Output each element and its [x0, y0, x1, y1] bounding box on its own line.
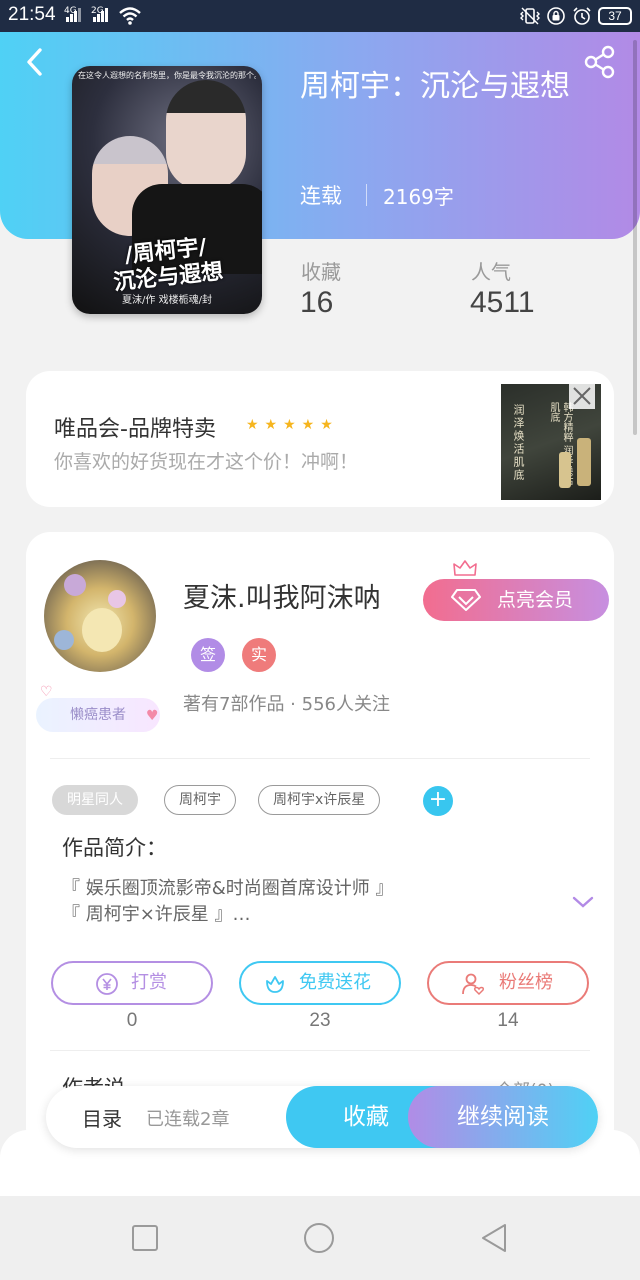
signed-author-tag: 签 — [191, 638, 225, 672]
share-button[interactable] — [582, 44, 618, 80]
status-bar: 21:54 4G 2G 37 — [0, 0, 640, 32]
divider — [50, 758, 590, 759]
diamond-icon — [451, 589, 481, 611]
fan-count: 14 — [497, 1010, 519, 1031]
ad-card[interactable]: 唯品会-品牌特卖 ★★★★★ 你喜欢的好货现在才这个价！冲啊！ 润泽焕活肌底 韩… — [26, 371, 614, 507]
ad-title: 唯品会-品牌特卖 — [54, 417, 216, 442]
book-title: 周柯宇：沉沦与遐想 — [300, 69, 570, 104]
author-stats: 著有7部作品 · 556人关注 — [183, 694, 390, 715]
reward-label: 打赏 — [131, 972, 167, 993]
reward-count: 0 — [126, 1010, 138, 1031]
alarm-icon — [573, 7, 591, 25]
lock-rotation-icon — [547, 7, 565, 25]
keyword-tag[interactable]: 周柯宇x许辰星 — [258, 785, 381, 815]
intro-label: 作品简介： — [62, 836, 167, 860]
continue-reading-button[interactable]: 继续阅读 — [408, 1086, 598, 1148]
add-tag-button[interactable]: + — [423, 786, 453, 816]
cover-tagline: 在这令人遐想的名利场里，你是最令我沉沦的那个。 — [78, 71, 256, 80]
divider — [50, 1050, 590, 1051]
heart-icon: ♡ — [40, 684, 53, 700]
serial-status: 连载 — [300, 184, 342, 208]
author-card: 懒癌患者 ♥ ♡ 夏沫.叫我阿沫呐 点亮会员 签 实 著有7部作品 · 556人… — [26, 532, 614, 1152]
ad-subtitle: 你喜欢的好货现在才这个价！冲啊！ — [54, 451, 359, 473]
fan-ranking-label: 粉丝榜 — [499, 972, 553, 993]
recent-apps-icon[interactable] — [127, 1220, 163, 1256]
heart-icon: ♥ — [146, 708, 159, 724]
fan-ranking-button[interactable]: 粉丝榜 — [427, 961, 589, 1005]
intro-line: 『 周柯宇×许辰星 』… — [62, 904, 251, 925]
back-button[interactable] — [20, 44, 52, 80]
vip-button-label: 点亮会员 — [497, 589, 574, 611]
scrollbar[interactable] — [633, 40, 637, 435]
author-avatar[interactable] — [44, 560, 156, 672]
ad-image-text: 润泽焕活肌底 — [512, 404, 525, 482]
vibrate-icon — [520, 7, 540, 25]
flower-count: 23 — [309, 1010, 331, 1031]
crown-icon — [453, 560, 477, 576]
genre-tag[interactable]: 明星同人 — [52, 785, 138, 815]
popularity-value: 4511 — [470, 286, 535, 319]
reward-button[interactable]: 打赏 — [51, 961, 213, 1005]
back-nav-icon[interactable] — [477, 1220, 513, 1256]
coin-icon — [96, 973, 118, 995]
flower-icon — [266, 976, 284, 993]
bottom-action-bar: 目录 已连载2章 收藏 继续阅读 — [46, 1086, 598, 1148]
system-navigation-bar — [0, 1196, 640, 1280]
cover-title: /周柯宇/ 沉沦与遐想 — [112, 233, 225, 296]
cover-author-line: 夏沫/作 戏楼栀魂/封 — [122, 295, 212, 306]
signal-icon — [66, 8, 82, 22]
chapter-count: 已连载2章 — [146, 1109, 230, 1130]
chevron-down-icon[interactable] — [571, 894, 595, 910]
send-flower-label: 免费送花 — [299, 972, 371, 993]
word-count: 2169字 — [383, 185, 454, 209]
send-flower-button[interactable]: 免费送花 — [239, 961, 401, 1005]
ad-rating-stars: ★★★★★ — [246, 417, 339, 433]
author-title-badge: 懒癌患者 — [36, 698, 160, 732]
ad-close-icon[interactable] — [569, 383, 595, 409]
favorites-value: 16 — [300, 286, 334, 319]
battery-indicator: 37 — [598, 7, 632, 25]
verified-author-tag: 实 — [242, 638, 276, 672]
activate-vip-button[interactable]: 点亮会员 — [423, 579, 609, 621]
cover-figure-male — [166, 80, 246, 190]
book-cover[interactable]: 在这令人遐想的名利场里，你是最令我沉沦的那个。 /周柯宇/ 沉沦与遐想 夏沫/作… — [72, 66, 262, 314]
table-of-contents-button[interactable]: 目录 — [82, 1103, 122, 1132]
home-icon[interactable] — [301, 1220, 337, 1256]
popularity-label: 人气 — [471, 260, 511, 284]
favorites-label: 收藏 — [301, 260, 341, 284]
user-heart-icon — [462, 973, 485, 996]
wifi-icon — [119, 7, 141, 25]
intro-line: 『 娱乐圈顶流影帝&时尚圈首席设计师 』 — [62, 878, 394, 899]
status-time: 21:54 — [8, 4, 56, 25]
keyword-tag[interactable]: 周柯宇 — [164, 785, 236, 815]
author-name[interactable]: 夏沫.叫我阿沫呐 — [183, 576, 381, 615]
divider — [366, 184, 367, 206]
signal-icon-2 — [93, 8, 109, 22]
